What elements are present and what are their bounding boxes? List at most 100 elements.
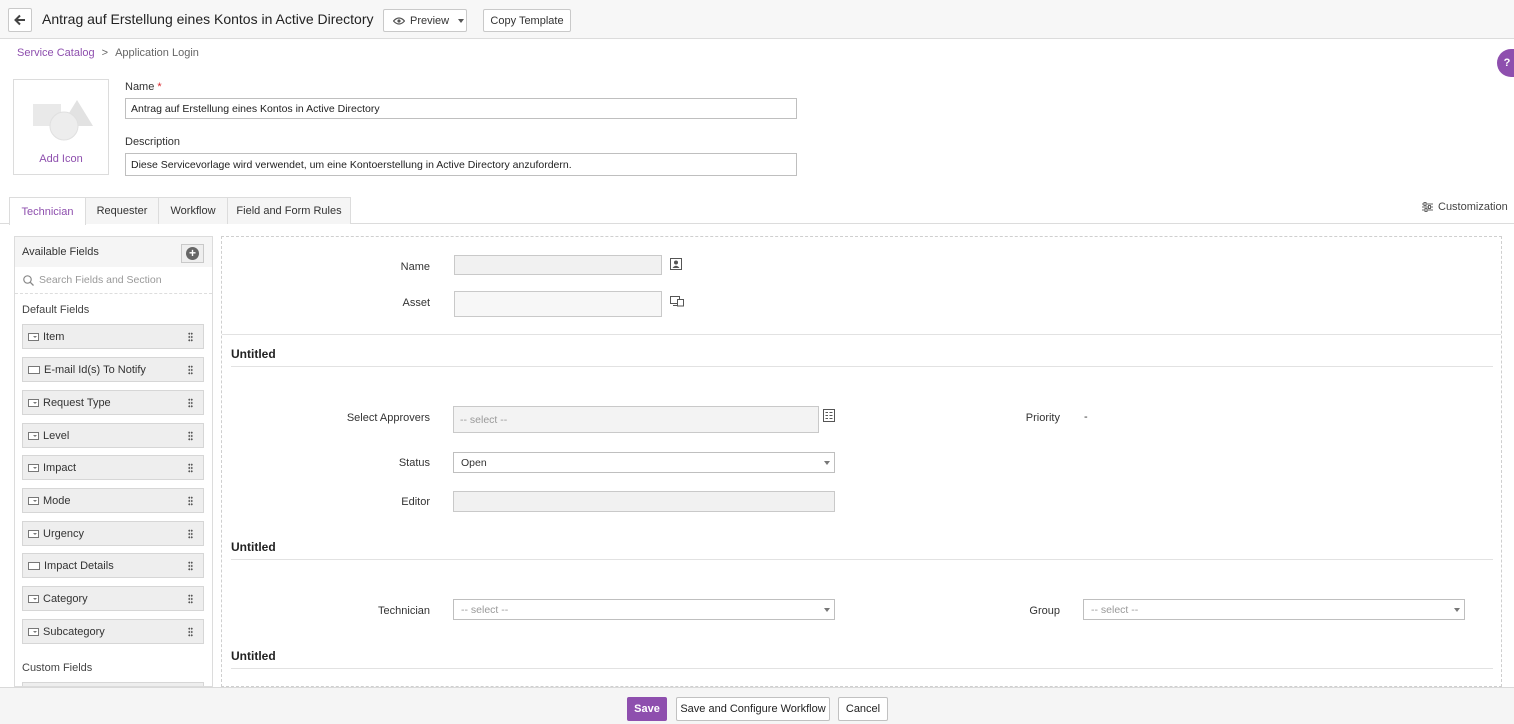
field-item-impact-details[interactable]: Impact Details [22, 553, 204, 578]
asset-monitor-icon[interactable] [670, 296, 684, 307]
eye-icon [393, 16, 405, 25]
drag-handle-icon[interactable] [188, 332, 193, 342]
drag-handle-icon[interactable] [188, 594, 193, 604]
section-title-2[interactable]: Untitled [231, 540, 276, 554]
technician-select[interactable]: -- select -- [453, 599, 835, 620]
field-search-placeholder: Search Fields and Section [39, 274, 162, 286]
field-item-label: Subcategory [43, 625, 105, 638]
tab-field-and-form-rules[interactable]: Field and Form Rules [227, 197, 351, 224]
chevron-down-icon [824, 461, 830, 465]
requester-name-label: Name [400, 261, 430, 273]
name-label: Name * [125, 81, 162, 93]
field-item-label: Impact [43, 461, 77, 474]
tab-bar: Technician Requester Workflow Field and … [9, 197, 351, 225]
dropdown-field-icon [28, 529, 39, 538]
approver-list-icon[interactable] [823, 409, 835, 422]
group-select[interactable]: -- select -- [1083, 599, 1465, 620]
field-item-label: E-mail Id(s) To Notify [44, 363, 146, 376]
group-placeholder: -- select -- [1091, 603, 1139, 616]
plus-icon: + [186, 247, 199, 260]
field-item-email-ids-to-notify[interactable]: E-mail Id(s) To Notify [22, 357, 204, 382]
tab-workflow[interactable]: Workflow [158, 197, 228, 224]
required-mark: * [157, 81, 162, 93]
field-item-request-type[interactable]: Request Type [22, 390, 204, 415]
text-field-icon [28, 365, 40, 374]
select-approvers-field[interactable]: -- select -- [453, 406, 819, 433]
select-approvers-label: Select Approvers [346, 412, 430, 424]
drag-handle-icon[interactable] [188, 463, 193, 473]
section-title-1[interactable]: Untitled [231, 347, 276, 361]
drag-handle-icon[interactable] [188, 561, 193, 571]
drag-handle-icon[interactable] [188, 365, 193, 375]
section-title-3[interactable]: Untitled [231, 649, 276, 663]
name-label-text: Name [125, 81, 155, 93]
section-divider [222, 334, 1501, 335]
arrow-left-icon [14, 14, 25, 26]
status-label: Status [398, 457, 430, 469]
available-fields-title: Available Fields [22, 246, 99, 258]
select-approvers-placeholder: -- select -- [460, 413, 508, 426]
sliders-icon [1422, 202, 1433, 212]
available-fields-panel: Available Fields + Search Fields and Sec… [14, 236, 213, 687]
group-label: Group [1029, 605, 1060, 617]
field-item-label: Mode [43, 494, 71, 507]
customization-label: Customization [1438, 201, 1508, 213]
field-item-mode[interactable]: Mode [22, 488, 204, 513]
template-placeholder-icon [33, 100, 93, 141]
drag-handle-icon[interactable] [188, 529, 193, 539]
drag-handle-icon[interactable] [188, 627, 193, 637]
drag-handle-icon[interactable] [188, 398, 193, 408]
save-button[interactable]: Save [627, 697, 667, 721]
field-item-label: Urgency [43, 527, 84, 540]
breadcrumb-service-catalog[interactable]: Service Catalog [17, 47, 95, 59]
section-underline [231, 559, 1493, 560]
field-item-item[interactable]: Item [22, 324, 204, 349]
page-title: Antrag auf Erstellung eines Kontos in Ac… [42, 11, 374, 27]
section-underline [231, 366, 1493, 367]
template-description-input[interactable]: Diese Servicevorlage wird verwendet, um … [125, 153, 797, 176]
field-item-label: Request Type [43, 396, 111, 409]
preview-button[interactable]: Preview [383, 9, 467, 32]
field-search-input[interactable]: Search Fields and Section [15, 267, 212, 294]
breadcrumb-current: Application Login [115, 47, 199, 59]
technician-label: Technician [378, 605, 430, 617]
dropdown-field-icon [28, 594, 39, 603]
contact-card-icon[interactable] [670, 258, 682, 270]
drag-handle-icon[interactable] [188, 431, 193, 441]
footer-bar: Save Save and Configure Workflow Cancel [0, 687, 1514, 724]
tab-technician[interactable]: Technician [9, 197, 86, 225]
section-underline [231, 668, 1493, 669]
dropdown-field-icon [28, 463, 39, 472]
breadcrumb-separator: > [101, 47, 109, 59]
asset-label: Asset [402, 297, 430, 309]
drag-handle-icon[interactable] [188, 496, 193, 506]
dropdown-field-icon [28, 398, 39, 407]
add-icon-box[interactable]: Add Icon [13, 79, 109, 175]
cancel-button[interactable]: Cancel [838, 697, 888, 721]
field-item-label: Category [43, 592, 88, 605]
tab-requester[interactable]: Requester [85, 197, 159, 224]
custom-fields-label: Custom Fields [22, 662, 93, 674]
field-item-impact[interactable]: Impact [22, 455, 204, 480]
back-button[interactable] [8, 8, 32, 32]
status-select[interactable]: Open [453, 452, 835, 473]
editor-field[interactable] [453, 491, 835, 512]
available-fields-header: Available Fields + [15, 237, 212, 267]
requester-name-field[interactable] [454, 255, 662, 275]
customization-button[interactable]: Customization [1422, 201, 1508, 213]
template-name-input[interactable]: Antrag auf Erstellung eines Kontos in Ac… [125, 98, 797, 119]
copy-template-button[interactable]: Copy Template [483, 9, 571, 32]
text-field-icon [28, 561, 40, 570]
chevron-down-icon [458, 18, 465, 23]
add-icon-label[interactable]: Add Icon [14, 153, 108, 165]
save-and-configure-workflow-button[interactable]: Save and Configure Workflow [676, 697, 830, 721]
help-tab[interactable]: ? [1497, 49, 1514, 77]
add-field-button[interactable]: + [181, 244, 204, 263]
status-selected-value: Open [461, 456, 487, 469]
dropdown-field-icon [28, 332, 39, 341]
field-item-level[interactable]: Level [22, 423, 204, 448]
field-item-urgency[interactable]: Urgency [22, 521, 204, 546]
field-item-category[interactable]: Category [22, 586, 204, 611]
asset-field[interactable] [454, 291, 662, 317]
field-item-subcategory[interactable]: Subcategory [22, 619, 204, 644]
